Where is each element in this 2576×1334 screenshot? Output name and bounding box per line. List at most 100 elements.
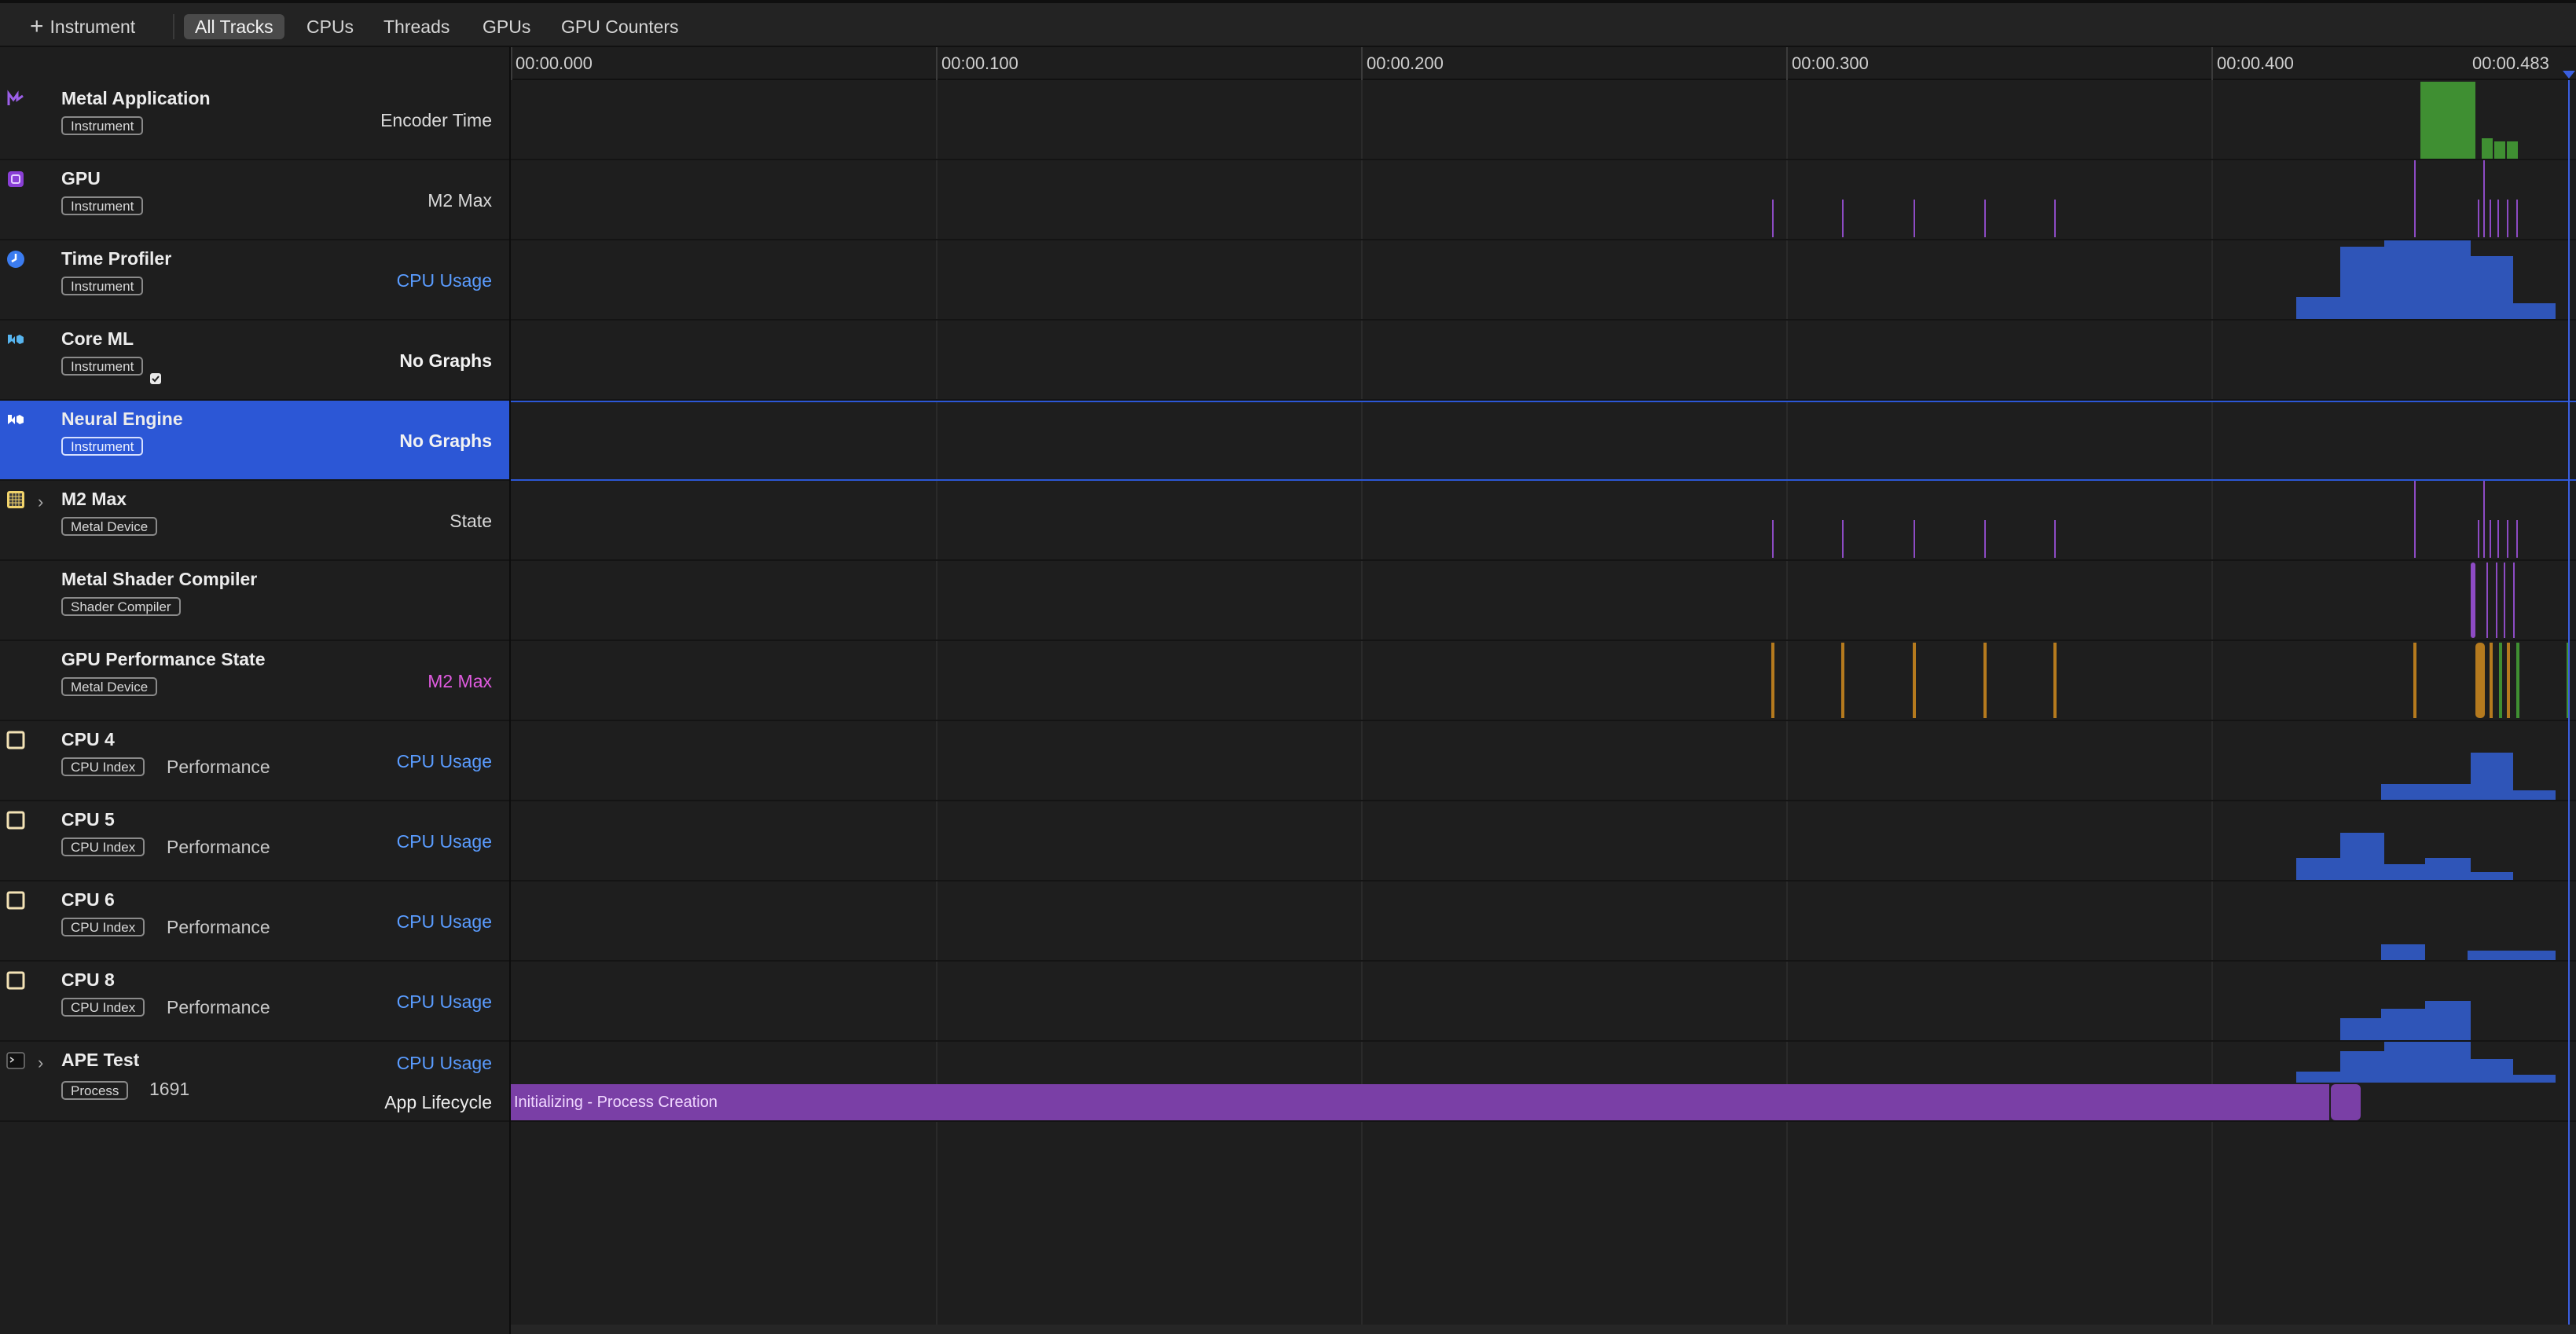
cpu-usage-bar[interactable] xyxy=(2381,1009,2425,1040)
tab-threads[interactable]: Threads xyxy=(372,14,461,39)
encoder-block[interactable] xyxy=(2482,138,2493,159)
expand-chevron-icon[interactable]: › xyxy=(38,1053,43,1073)
graph-selector[interactable]: CPU Usage xyxy=(397,831,492,852)
graph-selector[interactable]: CPU Usage xyxy=(397,991,492,1013)
perf-state-event[interactable] xyxy=(2053,643,2057,718)
shader-compile-event[interactable] xyxy=(2486,563,2488,638)
lifecycle-segment[interactable]: Initializing - Process Creation xyxy=(511,1084,2329,1120)
device-state-tick[interactable] xyxy=(2497,520,2499,558)
encoder-block[interactable] xyxy=(2494,141,2505,159)
shader-compile-event[interactable] xyxy=(2471,563,2475,638)
encoder-block[interactable] xyxy=(2420,82,2475,159)
graph-selector[interactable]: No Graphs xyxy=(399,350,492,372)
gpu-event-tick[interactable] xyxy=(1914,200,1915,237)
graph-selector[interactable]: CPU Usage xyxy=(397,911,492,933)
gpu-event-tick[interactable] xyxy=(2490,200,2491,237)
horizontal-scrollbar[interactable] xyxy=(511,1325,2576,1334)
perf-state-event[interactable] xyxy=(2475,643,2485,718)
timeline-row-metal-application[interactable] xyxy=(511,80,2576,160)
cpu-usage-bar[interactable] xyxy=(2340,247,2384,319)
perf-state-event[interactable] xyxy=(2507,643,2510,718)
cpu-usage-bar[interactable] xyxy=(2381,944,2425,960)
graph-selector[interactable]: CPU Usage xyxy=(397,751,492,772)
device-state-tick[interactable] xyxy=(2516,520,2518,558)
graph-selector[interactable]: CPU Usage xyxy=(397,1053,492,1074)
cpu-usage-bar[interactable] xyxy=(2296,297,2340,319)
timeline-row-cpu-4[interactable] xyxy=(511,721,2576,801)
graph-selector[interactable]: Encoder Time xyxy=(380,110,492,131)
track-row-cpu-8[interactable]: CPU 8 CPU Index Performance CPU Usage xyxy=(0,962,509,1042)
cpu-usage-bar[interactable] xyxy=(2384,240,2471,319)
graph-selector[interactable]: M2 Max xyxy=(427,671,492,692)
track-row-gpu[interactable]: GPU Instrument M2 Max xyxy=(0,160,509,240)
timeline-row-m2-max[interactable] xyxy=(511,481,2576,561)
timeline-row-cpu-5[interactable] xyxy=(511,801,2576,881)
perf-state-event[interactable] xyxy=(1841,643,1844,718)
perf-state-event[interactable] xyxy=(2516,643,2519,718)
lifecycle-segment[interactable] xyxy=(2331,1084,2361,1120)
timeline-row-cpu-6[interactable] xyxy=(511,881,2576,962)
timeline-row-gpu[interactable] xyxy=(511,160,2576,240)
graph-selector-lifecycle[interactable]: App Lifecycle xyxy=(384,1092,492,1113)
device-state-tick[interactable] xyxy=(1984,520,1986,558)
device-state-tick[interactable] xyxy=(2490,520,2491,558)
timeline-row-neural-engine[interactable] xyxy=(511,401,2576,481)
gpu-event-tick[interactable] xyxy=(2054,200,2056,237)
shader-compile-event[interactable] xyxy=(2513,563,2515,638)
graph-selector[interactable]: CPU Usage xyxy=(397,270,492,291)
cpu-usage-bar[interactable] xyxy=(2471,1059,2513,1083)
track-row-ape-test[interactable]: › APE Test Process 1691 CPU Usage App Li… xyxy=(0,1042,509,1122)
cpu-usage-bar[interactable] xyxy=(2381,784,2471,800)
gpu-event-tick[interactable] xyxy=(2516,200,2518,237)
device-state-tick[interactable] xyxy=(2054,520,2056,558)
add-instrument-button[interactable]: + Instrument xyxy=(30,14,135,39)
timeline-row-metal-shader-compiler[interactable] xyxy=(511,561,2576,641)
graph-selector[interactable]: State xyxy=(450,511,492,532)
timeline-row-gpu-performance-state[interactable] xyxy=(511,641,2576,721)
cpu-usage-bar[interactable] xyxy=(2384,1042,2471,1083)
gpu-event-tick[interactable] xyxy=(2497,200,2499,237)
perf-state-event[interactable] xyxy=(1771,643,1774,718)
encoder-block[interactable] xyxy=(2507,141,2518,159)
tab-cpus[interactable]: CPUs xyxy=(295,14,365,39)
cpu-usage-bar[interactable] xyxy=(2340,1051,2384,1083)
perf-state-event[interactable] xyxy=(2499,643,2502,718)
device-state-tick[interactable] xyxy=(2507,520,2508,558)
shader-compile-event[interactable] xyxy=(2496,563,2497,638)
perf-state-event[interactable] xyxy=(1913,643,1916,718)
timeline-row-time-profiler[interactable] xyxy=(511,240,2576,321)
track-row-neural-engine[interactable]: Neural Engine Instrument No Graphs xyxy=(0,401,509,481)
playhead-handle-icon[interactable] xyxy=(2563,71,2575,79)
cpu-usage-bar[interactable] xyxy=(2471,753,2513,800)
gpu-event-tick[interactable] xyxy=(1984,200,1986,237)
gpu-event-tick[interactable] xyxy=(2414,160,2416,237)
cpu-usage-bar[interactable] xyxy=(2296,1072,2340,1083)
shader-compile-event[interactable] xyxy=(2504,563,2505,638)
cpu-usage-bar[interactable] xyxy=(2296,858,2340,880)
cpu-usage-bar[interactable] xyxy=(2471,256,2513,319)
perf-state-event[interactable] xyxy=(1983,643,1987,718)
graph-selector[interactable]: No Graphs xyxy=(399,431,492,452)
cpu-usage-bar[interactable] xyxy=(2513,1075,2556,1083)
playhead[interactable] xyxy=(2568,80,2570,1334)
cpu-usage-bar[interactable] xyxy=(2384,864,2425,880)
cpu-usage-bar[interactable] xyxy=(2513,790,2556,800)
tab-gpu-counters[interactable]: GPU Counters xyxy=(550,14,690,39)
timeline[interactable]: 00:00.000 00:00.100 00:00.200 00:00.300 … xyxy=(511,47,2576,1334)
perf-state-event[interactable] xyxy=(2413,643,2416,718)
device-state-tick[interactable] xyxy=(2478,520,2479,558)
cpu-usage-bar[interactable] xyxy=(2425,858,2471,880)
tab-gpus[interactable]: GPUs xyxy=(472,14,541,39)
track-row-cpu-5[interactable]: CPU 5 CPU Index Performance CPU Usage xyxy=(0,801,509,881)
gpu-event-tick[interactable] xyxy=(2483,160,2485,237)
gpu-event-tick[interactable] xyxy=(2507,200,2508,237)
graph-selector[interactable]: M2 Max xyxy=(427,190,492,211)
track-row-gpu-performance-state[interactable]: GPU Performance State Metal Device M2 Ma… xyxy=(0,641,509,721)
cpu-usage-bar[interactable] xyxy=(2425,1001,2471,1040)
cpu-usage-bar[interactable] xyxy=(2340,833,2384,880)
device-state-tick[interactable] xyxy=(1914,520,1915,558)
device-state-tick[interactable] xyxy=(2483,481,2485,558)
cpu-usage-bar[interactable] xyxy=(2340,1018,2381,1040)
device-state-tick[interactable] xyxy=(1772,520,1774,558)
track-row-metal-application[interactable]: Metal Application Instrument Encoder Tim… xyxy=(0,80,509,160)
